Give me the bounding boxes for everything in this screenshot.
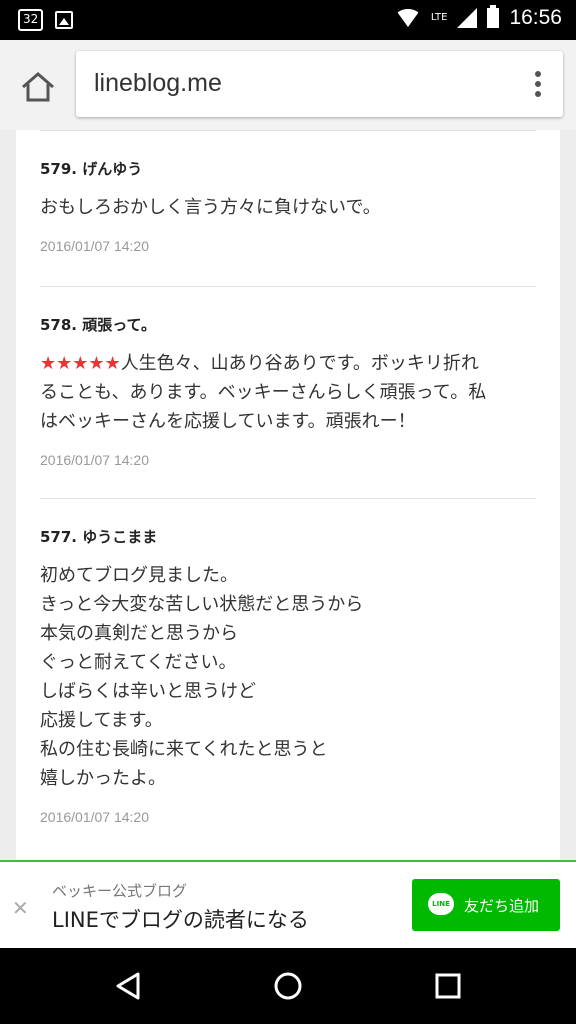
- comment-date: 2016/01/07 14:20: [40, 452, 149, 468]
- signal-icon: [457, 8, 478, 28]
- comments-list: 579. げんゆう おもしろおかしく言う方々に負けないで。 2016/01/07…: [16, 130, 560, 860]
- wifi-icon: [394, 9, 421, 27]
- comment-date: 2016/01/07 14:20: [40, 809, 149, 825]
- banner-title: LINEでブログの読者になる: [52, 908, 309, 932]
- comment-header: 578. 頑張って。: [40, 314, 536, 335]
- recents-icon[interactable]: [432, 970, 464, 1002]
- comment-date: 2016/01/07 14:20: [40, 238, 149, 254]
- comment-body: 初めてブログ見ました。 きっと今大変な苦しい状態だと思うから 本気の真剣だと思う…: [40, 565, 364, 789]
- status-time: 16:56: [509, 6, 562, 29]
- gallery-icon: [55, 11, 74, 29]
- notification-count-icon: 32: [18, 9, 44, 31]
- line-logo-icon: LINE: [428, 893, 454, 915]
- status-bar: 32 LTE 16:56: [0, 0, 576, 40]
- home-nav-icon[interactable]: [272, 970, 304, 1002]
- add-friend-button[interactable]: LINE 友だち追加: [412, 879, 560, 931]
- divider: [40, 130, 536, 131]
- divider: [40, 498, 536, 499]
- comment-579: 579. げんゆう おもしろおかしく言う方々に負けないで。 2016/01/07…: [40, 158, 536, 254]
- system-nav-bar: [0, 948, 576, 1024]
- comment-body: おもしろおかしく言う方々に負けないで。: [40, 197, 381, 218]
- divider: [40, 286, 536, 287]
- comment-author: げんゆう: [82, 160, 143, 178]
- comment-578: 578. 頑張って。 ★★★★★人生色々、山あり谷ありです。ボッキリ折れ ること…: [40, 314, 536, 468]
- follow-banner: ✕ ベッキー公式ブログ LINEでブログの読者になる LINE 友だち追加: [0, 860, 576, 950]
- close-icon[interactable]: ✕: [12, 896, 29, 920]
- comment-577: 577. ゆうこまま 初めてブログ見ました。 きっと今大変な苦しい状態だと思うか…: [40, 526, 536, 825]
- battery-icon: [487, 5, 500, 28]
- comment-author: 頑張って。: [82, 316, 157, 334]
- comment-author: ゆうこまま: [82, 528, 158, 546]
- star-rating-icon: ★★★★★: [40, 353, 121, 374]
- comment-header: 577. ゆうこまま: [40, 526, 536, 547]
- comment-number: 577.: [40, 528, 78, 546]
- comment-body: ★★★★★人生色々、山あり谷ありです。ボッキリ折れ ることも、あります。ベッキー…: [40, 353, 487, 432]
- back-icon[interactable]: [112, 970, 144, 1002]
- add-friend-label: 友だち追加: [464, 897, 540, 915]
- network-type: LTE: [430, 12, 448, 23]
- banner-subtitle: ベッキー公式ブログ: [52, 882, 188, 900]
- home-icon[interactable]: [18, 70, 58, 104]
- comment-number: 579.: [40, 160, 78, 178]
- browser-toolbar: lineblog.me: [0, 40, 576, 130]
- url-bar[interactable]: lineblog.me: [76, 51, 563, 117]
- comment-number: 578.: [40, 316, 78, 334]
- url-text: lineblog.me: [94, 69, 222, 97]
- overflow-menu-icon[interactable]: [535, 71, 541, 101]
- comment-header: 579. げんゆう: [40, 158, 536, 179]
